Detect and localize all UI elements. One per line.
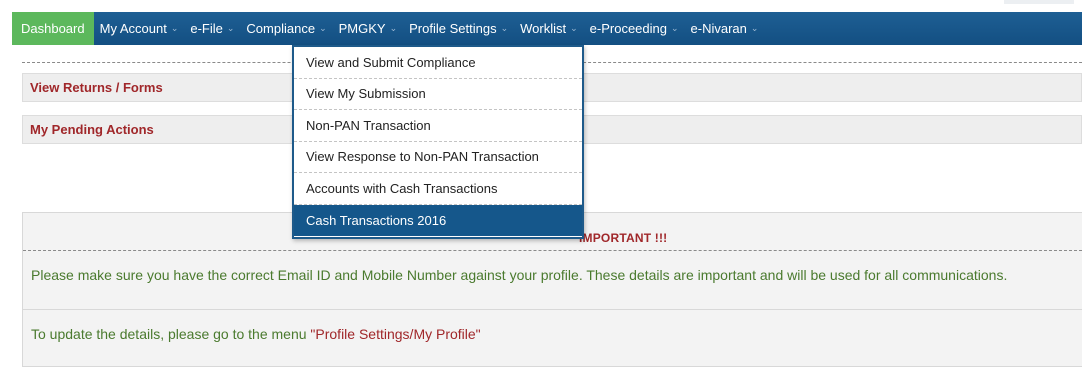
menu-item-accounts-cash-transactions[interactable]: Accounts with Cash Transactions [294, 173, 582, 205]
notice-title: IMPORTANT !!! [579, 231, 668, 245]
main-navbar: Dashboard My Account ⌄ e-File ⌄ Complian… [12, 12, 1082, 45]
compliance-dropdown-menu: View and Submit Compliance View My Submi… [292, 45, 584, 239]
nav-e-proceeding-label: e-Proceeding [589, 21, 667, 36]
menu-item-label: Accounts with Cash Transactions [306, 180, 498, 196]
top-strip [0, 0, 1082, 12]
nav-e-file[interactable]: e-File ⌄ [184, 12, 240, 45]
menu-item-non-pan-transaction[interactable]: Non-PAN Transaction [294, 110, 582, 142]
notice-message: Please make sure you have the correct Em… [31, 267, 1008, 283]
nav-dashboard-label: Dashboard [21, 21, 85, 36]
menu-item-label: Non-PAN Transaction [306, 117, 431, 133]
pending-actions-title: My Pending Actions [30, 122, 154, 137]
menu-item-label: View My Submission [306, 86, 426, 102]
notice-update-prefix: To update the details, please go to the … [31, 326, 311, 342]
view-returns-title: View Returns / Forms [30, 80, 163, 95]
nav-my-account[interactable]: My Account ⌄ [94, 12, 185, 45]
nav-e-proceeding[interactable]: e-Proceeding ⌄ [584, 12, 685, 45]
menu-item-view-submit-compliance[interactable]: View and Submit Compliance [294, 47, 582, 79]
chevron-down-icon: ⌄ [389, 23, 398, 33]
header-logo-fragment [1004, 0, 1074, 4]
menu-item-view-response-non-pan[interactable]: View Response to Non-PAN Transaction [294, 142, 582, 173]
chevron-down-icon: ⌄ [670, 23, 679, 33]
nav-my-account-label: My Account [99, 21, 167, 36]
chevron-down-icon: ⌄ [170, 23, 179, 33]
profile-settings-link-text: "Profile Settings/My Profile" [310, 326, 481, 342]
notice-update-text: To update the details, please go to the … [31, 324, 1081, 344]
menu-item-label: View Response to Non-PAN Transaction [306, 149, 539, 165]
nav-dashboard[interactable]: Dashboard [12, 12, 94, 45]
nav-pmgky-label: PMGKY [338, 21, 386, 36]
menu-item-label: View and Submit Compliance [306, 54, 476, 70]
nav-profile-settings-label: Profile Settings [409, 21, 497, 36]
menu-item-view-my-submission[interactable]: View My Submission [294, 79, 582, 110]
chevron-down-icon: ⌄ [500, 23, 509, 33]
nav-pmgky[interactable]: PMGKY ⌄ [333, 12, 404, 45]
nav-compliance[interactable]: Compliance ⌄ [240, 12, 332, 45]
chevron-down-icon: ⌄ [750, 23, 759, 33]
menu-item-label: Cash Transactions 2016 [306, 212, 447, 228]
notice-divider [23, 309, 1082, 310]
nav-e-file-label: e-File [190, 21, 223, 36]
nav-worklist-label: Worklist [520, 21, 567, 36]
nav-e-nivaran-label: e-Nivaran [690, 21, 747, 36]
nav-e-nivaran[interactable]: e-Nivaran ⌄ [685, 12, 765, 45]
chevron-down-icon: ⌄ [570, 23, 578, 33]
menu-item-cash-transactions-2016[interactable]: Cash Transactions 2016 [294, 204, 582, 236]
nav-profile-settings[interactable]: Profile Settings ⌄ [403, 12, 514, 45]
chevron-down-icon: ⌄ [319, 23, 327, 33]
chevron-down-icon: ⌄ [226, 23, 235, 33]
nav-worklist[interactable]: Worklist ⌄ [514, 12, 584, 45]
nav-compliance-label: Compliance [246, 21, 316, 36]
